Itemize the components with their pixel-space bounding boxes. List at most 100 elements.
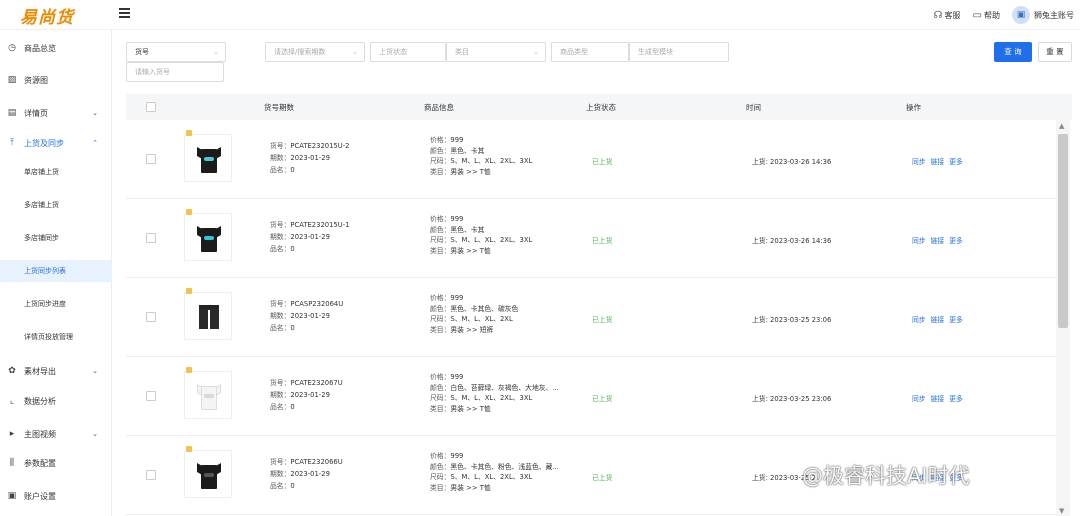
more-link[interactable]: 更多 (949, 395, 963, 403)
sidebar-item-label: 主图视频 (24, 429, 56, 439)
sidebar-item-account-settings[interactable]: ▣ 账户设置 (0, 486, 112, 506)
upload-status-select[interactable]: 上货状态 (370, 42, 446, 62)
product-thumbnail[interactable] (184, 213, 232, 261)
sidebar-item-single-store-upload[interactable]: 单店铺上货 (0, 162, 112, 182)
table-scrollbar[interactable]: ▲ ▼ (1056, 120, 1070, 516)
code-period-cell: 货号：PCATE232066U 期数：2023-01-29 品名：0 (270, 456, 343, 492)
row-actions: 同步 链接 更多 (912, 235, 968, 245)
table-row: 货号：PCATE232015U-2 期数：2023-01-29 品名：0 价格：999… (126, 120, 1058, 199)
sidebar-item-detail-delivery[interactable]: 详情页投放管理 (0, 327, 112, 347)
sidebar-item-overview[interactable]: ◷ 商品总览 (0, 38, 112, 58)
more-link[interactable]: 更多 (949, 158, 963, 166)
product-info-cell: 价格：999 颜色：白色、苔藓绿、灰褐色、大地灰、... 尺码：S、M、L、XL、2… (430, 372, 559, 414)
name-value: 0 (290, 166, 295, 174)
product-info-cell: 价格：999 颜色：黑色、卡其色、粉色、浅蓝色、藏... 尺码：S、M、L、XL、2… (430, 451, 559, 493)
name-label: 品名： (270, 403, 291, 411)
scrollbar-thumb[interactable] (1058, 134, 1068, 328)
top-right-actions: ☊ 客服 ▭ 帮助 ▣ 狮兔主账号 (922, 0, 1074, 30)
book-icon: ▭ (972, 9, 982, 21)
period-label: 期数： (270, 312, 291, 320)
sidebar-item-upload-sync[interactable]: ⤒ 上货及同步 ⌃ (0, 133, 112, 153)
header-code-period: 货号期数 (264, 103, 294, 112)
code-input-placeholder: 请输入货号 (135, 68, 170, 76)
scroll-up-icon[interactable]: ▲ (1059, 122, 1064, 130)
brand-badge-icon (186, 446, 192, 452)
period-select[interactable]: 请选择/搜索期数 ⌄ (265, 42, 365, 62)
sidebar-item-label: 上货同步进度 (24, 300, 66, 308)
main-content: 货号 ⌄ 请输入货号 请选择/搜索期数 ⌄ 上货状态 类目 ⌄ 商品类型 生成型… (118, 30, 1080, 516)
query-button[interactable]: 查 询 (994, 42, 1032, 62)
reset-button[interactable]: 重 置 (1038, 42, 1072, 62)
sidebar-item-main-video[interactable]: ▸ 主图视频 ⌄ (0, 424, 112, 444)
code-value: PCATE232015U-2 (290, 142, 350, 150)
sidebar-item-resources[interactable]: ▨ 资源图 (0, 70, 112, 90)
sidebar-item-detail-page[interactable]: ▤ 详情页 ⌄ (0, 103, 112, 123)
row-checkbox[interactable] (146, 154, 156, 164)
code-value: PCATE232067U (290, 379, 343, 387)
link-link[interactable]: 链接 (931, 158, 945, 166)
size-label: 尺码： (430, 236, 451, 244)
sidebar-item-material-export[interactable]: ✿ 素材导出 ⌄ (0, 361, 112, 381)
code-type-select[interactable]: 货号 ⌄ (126, 42, 226, 62)
price-label: 价格： (430, 452, 451, 460)
sync-link[interactable]: 同步 (912, 237, 926, 245)
status-badge: 已上货 (592, 237, 613, 245)
name-label: 品名： (270, 166, 291, 174)
table-row: 货号：PCATE232067U 期数：2023-01-29 品名：0 价格：999 颜色… (126, 357, 1058, 436)
sidebar-item-label: 上货及同步 (24, 138, 64, 148)
sidebar-item-multi-store-upload[interactable]: 多店铺上货 (0, 195, 112, 215)
sidebar-item-label: 多店铺同步 (24, 234, 59, 242)
link-link[interactable]: 链接 (931, 237, 945, 245)
account-icon: ▣ (7, 491, 17, 501)
product-type-placeholder: 商品类型 (560, 48, 588, 56)
scroll-down-icon[interactable]: ▼ (1059, 507, 1064, 515)
sync-link[interactable]: 同步 (912, 395, 926, 403)
code-value: PCATE232015U-1 (290, 221, 350, 229)
price-label: 价格： (430, 215, 451, 223)
product-thumbnail[interactable] (184, 371, 232, 419)
sidebar-item-upload-sync-list[interactable]: 上货同步列表 (0, 260, 112, 282)
sidebar-item-label: 详情页 (24, 108, 48, 118)
product-thumbnail[interactable] (184, 292, 232, 340)
product-type-select[interactable]: 商品类型 (551, 42, 629, 62)
chevron-down-icon: ⌄ (352, 48, 358, 56)
code-label: 货号： (270, 300, 291, 308)
more-link[interactable]: 更多 (949, 237, 963, 245)
row-checkbox[interactable] (146, 391, 156, 401)
name-label: 品名： (270, 245, 291, 253)
sidebar-item-data-analysis[interactable]: ⌞ 数据分析 (0, 391, 112, 411)
sidebar-item-multi-store-sync[interactable]: 多店铺同步 (0, 228, 112, 248)
color-value: 黑色、卡其色、粉色、浅蓝色、藏... (450, 462, 559, 471)
code-input[interactable]: 请输入货号 (126, 62, 224, 82)
link-link[interactable]: 链接 (931, 316, 945, 324)
customer-service-link[interactable]: ☊ 客服 (934, 10, 961, 21)
link-link[interactable]: 链接 (931, 395, 945, 403)
row-checkbox[interactable] (146, 233, 156, 243)
menu-toggle-icon[interactable] (119, 8, 130, 19)
more-link[interactable]: 更多 (949, 316, 963, 324)
row-checkbox[interactable] (146, 470, 156, 480)
select-all-checkbox[interactable] (146, 102, 156, 112)
product-thumbnail[interactable] (184, 134, 232, 182)
category-select[interactable]: 类目 ⌄ (446, 42, 546, 62)
code-value: PCATE232066U (290, 458, 343, 466)
template-select[interactable]: 生成型模块 (629, 42, 729, 62)
app-logo[interactable]: 易尚货 (20, 3, 74, 28)
period-label: 期数： (270, 233, 291, 241)
sidebar-item-upload-sync-progress[interactable]: 上货同步进度 (0, 294, 112, 314)
chevron-down-icon: ⌄ (213, 48, 219, 56)
period-value: 2023-01-29 (290, 312, 330, 320)
code-period-cell: 货号：PCATE232015U-1 期数：2023-01-29 品名：0 (270, 219, 350, 255)
sync-link[interactable]: 同步 (912, 158, 926, 166)
account-menu[interactable]: ▣ 狮兔主账号 (1012, 6, 1074, 24)
headset-icon: ☊ (933, 9, 943, 21)
sidebar-item-param-config[interactable]: ⫼ 参数配置 (0, 453, 112, 473)
sidebar-item-label: 素材导出 (24, 366, 56, 376)
period-value: 2023-01-29 (290, 154, 330, 162)
sidebar-item-label: 多店铺上货 (24, 201, 59, 209)
row-checkbox[interactable] (146, 312, 156, 322)
sync-link[interactable]: 同步 (912, 316, 926, 324)
product-thumbnail[interactable] (184, 450, 232, 498)
help-link[interactable]: ▭ 帮助 (973, 10, 1000, 21)
period-value: 2023-01-29 (290, 391, 330, 399)
